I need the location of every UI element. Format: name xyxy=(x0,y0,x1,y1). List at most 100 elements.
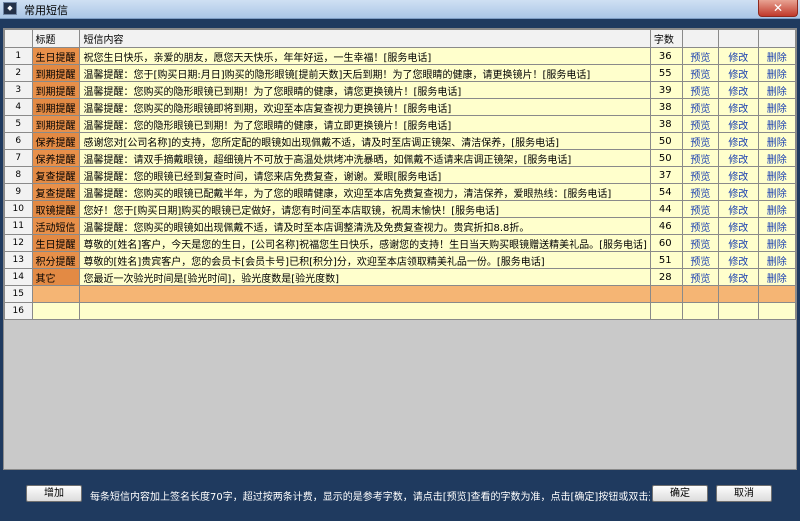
delete-link[interactable]: 删除 xyxy=(757,47,796,65)
table-row[interactable]: 3 到期提醒 温馨提醒：您购买的隐形眼镜已到期！为了您眼睛的健康，请您更换镜片！[服… xyxy=(4,81,796,99)
table-row-empty[interactable]: 15 xyxy=(4,285,796,303)
delete-link[interactable]: 删除 xyxy=(757,149,796,167)
table-row[interactable]: 5 到期提醒 温馨提醒：您的隐形眼镜已到期！为了您眼睛的健康，请立即更换镜片！[服务… xyxy=(4,115,796,133)
empty-cell[interactable] xyxy=(681,285,720,303)
table-row[interactable]: 11 活动短信 温馨提醒：您购买的眼镜如出现佩戴不适，请及时至本店调整清洗及免费复查… xyxy=(4,217,796,235)
table-row[interactable]: 12 生日提醒 尊敬的[姓名]客户，今天是您的生日，[公司名称]祝福您生日快乐，感谢… xyxy=(4,234,796,252)
row-content[interactable]: 温馨提醒：您购买的隐形眼镜已到期！为了您眼睛的健康，请您更换镜片！[服务电话] xyxy=(79,81,651,99)
delete-link[interactable]: 删除 xyxy=(757,166,796,184)
row-title[interactable]: 保养提醒 xyxy=(31,132,81,150)
row-title[interactable]: 其它 xyxy=(31,268,81,286)
edit-link[interactable]: 修改 xyxy=(718,47,759,65)
row-content[interactable]: 尊敬的[姓名]客户，今天是您的生日，[公司名称]祝福您生日快乐，感谢您的支持！生… xyxy=(79,234,651,252)
edit-link[interactable]: 修改 xyxy=(718,115,759,133)
empty-cell[interactable] xyxy=(718,302,759,320)
edit-link[interactable]: 修改 xyxy=(718,200,759,218)
row-title[interactable]: 到期提醒 xyxy=(31,81,81,99)
table-row-empty[interactable]: 16 xyxy=(4,302,796,320)
edit-link[interactable]: 修改 xyxy=(718,234,759,252)
preview-link[interactable]: 预览 xyxy=(681,64,720,82)
edit-link[interactable]: 修改 xyxy=(718,81,759,99)
delete-link[interactable]: 删除 xyxy=(757,132,796,150)
preview-link[interactable]: 预览 xyxy=(681,81,720,99)
close-button[interactable]: ✕ xyxy=(758,0,798,17)
empty-cell[interactable] xyxy=(79,285,651,303)
header-content[interactable]: 短信内容 xyxy=(79,29,651,48)
empty-cell[interactable] xyxy=(718,285,759,303)
row-title[interactable]: 复查提醒 xyxy=(31,166,81,184)
table-row[interactable]: 6 保养提醒 感谢您对[公司名称]的支持，您所定配的眼镜如出现佩戴不适，请及时至店调… xyxy=(4,132,796,150)
table-row[interactable]: 14 其它 您最近一次验光时间是[验光时间]，验光度数是[验光度数] 28 预览 修改 删除 xyxy=(4,268,796,286)
table-row[interactable]: 4 到期提醒 温馨提醒：您购买的隐形眼镜即将到期，欢迎至本店复查视力更换镜片！[服务… xyxy=(4,98,796,116)
empty-cell[interactable] xyxy=(31,302,81,320)
table-row[interactable]: 7 保养提醒 温馨提醒：请双手摘戴眼镜，超细镜片不可放于高温处烘烤冲洗暴晒，如佩戴不… xyxy=(4,149,796,167)
table-row[interactable]: 9 复查提醒 温馨提醒：您购买的眼镜已配戴半年，为了您的眼睛健康，欢迎至本店免费复查… xyxy=(4,183,796,201)
row-title[interactable]: 到期提醒 xyxy=(31,64,81,82)
empty-cell[interactable] xyxy=(681,302,720,320)
preview-link[interactable]: 预览 xyxy=(681,217,720,235)
table-row[interactable]: 10 取镜提醒 您好！您于[购买日期]购买的眼镜已定做好，请您有时间至本店取镜，祝周… xyxy=(4,200,796,218)
cancel-button[interactable]: 取消 xyxy=(716,485,772,502)
header-title[interactable]: 标题 xyxy=(31,29,81,48)
row-content[interactable]: 您好！您于[购买日期]购买的眼镜已定做好，请您有时间至本店取镜，祝周末愉快！[服… xyxy=(79,200,651,218)
empty-cell[interactable] xyxy=(757,285,796,303)
edit-link[interactable]: 修改 xyxy=(718,132,759,150)
table-row[interactable]: 2 到期提醒 温馨提醒：您于[购买日期:月日]购买的隐形眼镜[提前天数]天后到期！为… xyxy=(4,64,796,82)
row-title[interactable]: 保养提醒 xyxy=(31,149,81,167)
row-title[interactable]: 到期提醒 xyxy=(31,98,81,116)
row-content[interactable]: 温馨提醒：您于[购买日期:月日]购买的隐形眼镜[提前天数]天后到期！为了您眼睛的… xyxy=(79,64,651,82)
delete-link[interactable]: 删除 xyxy=(757,217,796,235)
row-content[interactable]: 感谢您对[公司名称]的支持，您所定配的眼镜如出现佩戴不适，请及时至店调正镜架、清… xyxy=(79,132,651,150)
row-content[interactable]: 祝您生日快乐，亲爱的朋友，愿您天天快乐，年年好运，一生幸福！[服务电话] xyxy=(79,47,651,65)
row-title[interactable]: 取镜提醒 xyxy=(31,200,81,218)
preview-link[interactable]: 预览 xyxy=(681,132,720,150)
preview-link[interactable]: 预览 xyxy=(681,115,720,133)
row-content[interactable]: 温馨提醒：您购买的眼镜如出现佩戴不适，请及时至本店调整清洗及免费复查视力。贵宾折… xyxy=(79,217,651,235)
preview-link[interactable]: 预览 xyxy=(681,251,720,269)
delete-link[interactable]: 删除 xyxy=(757,183,796,201)
delete-link[interactable]: 删除 xyxy=(757,81,796,99)
edit-link[interactable]: 修改 xyxy=(718,183,759,201)
delete-link[interactable]: 删除 xyxy=(757,115,796,133)
table-row[interactable]: 1 生日提醒 祝您生日快乐，亲爱的朋友，愿您天天快乐，年年好运，一生幸福！[服务电话… xyxy=(4,47,796,65)
preview-link[interactable]: 预览 xyxy=(681,166,720,184)
preview-link[interactable]: 预览 xyxy=(681,234,720,252)
table-row[interactable]: 13 积分提醒 尊敬的[姓名]贵宾客户，您的会员卡[会员卡号]已积[积分]分，欢迎至… xyxy=(4,251,796,269)
delete-link[interactable]: 删除 xyxy=(757,268,796,286)
empty-cell[interactable] xyxy=(31,285,81,303)
row-title[interactable]: 活动短信 xyxy=(31,217,81,235)
header-count[interactable]: 字数 xyxy=(649,29,683,48)
delete-link[interactable]: 删除 xyxy=(757,234,796,252)
preview-link[interactable]: 预览 xyxy=(681,268,720,286)
ok-button[interactable]: 确定 xyxy=(652,485,708,502)
delete-link[interactable]: 删除 xyxy=(757,98,796,116)
row-content[interactable]: 尊敬的[姓名]贵宾客户，您的会员卡[会员卡号]已积[积分]分，欢迎至本店领取精美… xyxy=(79,251,651,269)
row-title[interactable]: 复查提醒 xyxy=(31,183,81,201)
edit-link[interactable]: 修改 xyxy=(718,217,759,235)
preview-link[interactable]: 预览 xyxy=(681,183,720,201)
edit-link[interactable]: 修改 xyxy=(718,149,759,167)
preview-link[interactable]: 预览 xyxy=(681,200,720,218)
row-title[interactable]: 到期提醒 xyxy=(31,115,81,133)
preview-link[interactable]: 预览 xyxy=(681,47,720,65)
row-title[interactable]: 生日提醒 xyxy=(31,234,81,252)
delete-link[interactable]: 删除 xyxy=(757,64,796,82)
preview-link[interactable]: 预览 xyxy=(681,98,720,116)
row-content[interactable]: 温馨提醒：您的隐形眼镜已到期！为了您眼睛的健康，请立即更换镜片！[服务电话] xyxy=(79,115,651,133)
edit-link[interactable]: 修改 xyxy=(718,268,759,286)
delete-link[interactable]: 删除 xyxy=(757,200,796,218)
empty-cell[interactable] xyxy=(79,302,651,320)
row-title[interactable]: 积分提醒 xyxy=(31,251,81,269)
preview-link[interactable]: 预览 xyxy=(681,149,720,167)
edit-link[interactable]: 修改 xyxy=(718,251,759,269)
row-title[interactable]: 生日提醒 xyxy=(31,47,81,65)
table-row[interactable]: 8 复查提醒 温馨提醒：您的眼镜已经到复查时间，请您来店免费复查，谢谢。爱眼[服务电… xyxy=(4,166,796,184)
empty-cell[interactable] xyxy=(649,285,683,303)
add-button[interactable]: 增加 xyxy=(26,485,82,502)
row-content[interactable]: 温馨提醒：您购买的眼镜已配戴半年，为了您的眼睛健康，欢迎至本店免费复查视力，清洁… xyxy=(79,183,651,201)
row-content[interactable]: 温馨提醒：您的眼镜已经到复查时间，请您来店免费复查，谢谢。爱眼[服务电话] xyxy=(79,166,651,184)
row-content[interactable]: 您最近一次验光时间是[验光时间]，验光度数是[验光度数] xyxy=(79,268,651,286)
edit-link[interactable]: 修改 xyxy=(718,166,759,184)
delete-link[interactable]: 删除 xyxy=(757,251,796,269)
empty-cell[interactable] xyxy=(649,302,683,320)
